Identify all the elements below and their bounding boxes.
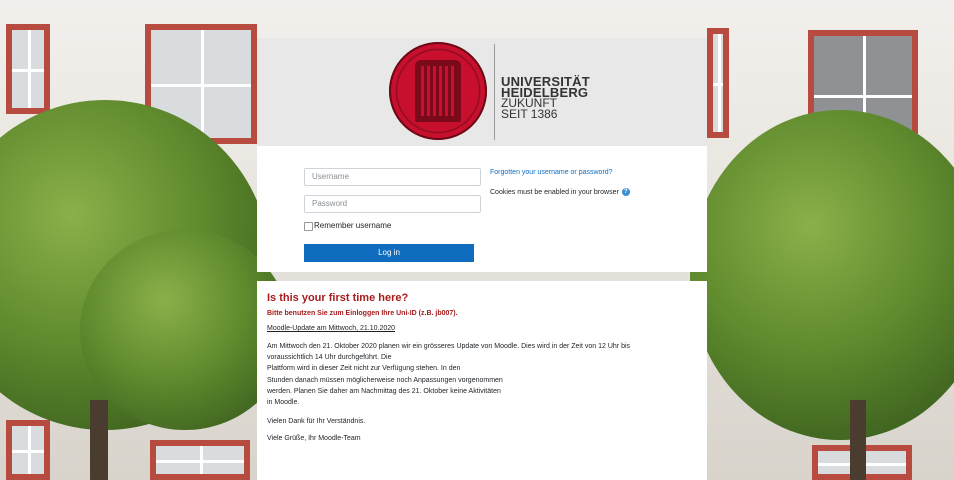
update-title: Moodle-Update am Mittwoch, 21.10.2020 bbox=[267, 325, 396, 332]
remember-username-label[interactable]: Remember username bbox=[314, 221, 391, 230]
university-wordmark: UNIVERSITÄT HEIDELBERG ZUKUNFT SEIT 1386 bbox=[501, 75, 590, 121]
login-button[interactable]: Log in bbox=[304, 244, 474, 262]
announcement-line: werden. Planen Sie daher am Nachmittag d… bbox=[267, 388, 501, 395]
first-time-heading: Is this your first time here? bbox=[267, 292, 409, 304]
password-field[interactable]: Password bbox=[304, 195, 481, 213]
login-notice: Bitte benutzen Sie zum Einloggen Ihre Un… bbox=[267, 310, 458, 317]
announcement-line: Am Mittwoch den 21. Oktober 2020 planen … bbox=[267, 343, 631, 350]
login-form: Username Password Remember username Log … bbox=[257, 146, 707, 272]
username-field[interactable]: Username bbox=[304, 168, 481, 186]
greeting-text: Viele Grüße, Ihr Moodle-Team bbox=[267, 435, 361, 442]
university-seal-icon bbox=[389, 42, 487, 140]
announcement-line: Stunden danach müssen möglicherweise noc… bbox=[267, 377, 503, 384]
cookies-text: Cookies must be enabled in your browser bbox=[490, 188, 619, 196]
university-logo-banner: UNIVERSITÄT HEIDELBERG ZUKUNFT SEIT 1386 bbox=[257, 38, 707, 146]
help-icon[interactable]: ? bbox=[621, 188, 630, 196]
logo-divider bbox=[494, 44, 495, 140]
first-time-info-panel: Is this your first time here? Bitte benu… bbox=[257, 281, 707, 480]
announcement-line: in Moodle. bbox=[267, 399, 300, 406]
cookies-notice: Cookies must be enabled in your browser? bbox=[490, 188, 630, 196]
wordmark-line-4: SEIT 1386 bbox=[501, 107, 558, 121]
forgot-password-link[interactable]: Forgotten your username or password? bbox=[490, 169, 613, 176]
announcement-line: voraussichtlich 14 Uhr durchgeführt. Die bbox=[267, 354, 392, 361]
thanks-text: Vielen Dank für Ihr Verständnis. bbox=[267, 418, 366, 425]
announcement-line: Plattform wird in dieser Zeit nicht zur … bbox=[267, 365, 461, 372]
remember-username-checkbox[interactable] bbox=[304, 222, 313, 231]
